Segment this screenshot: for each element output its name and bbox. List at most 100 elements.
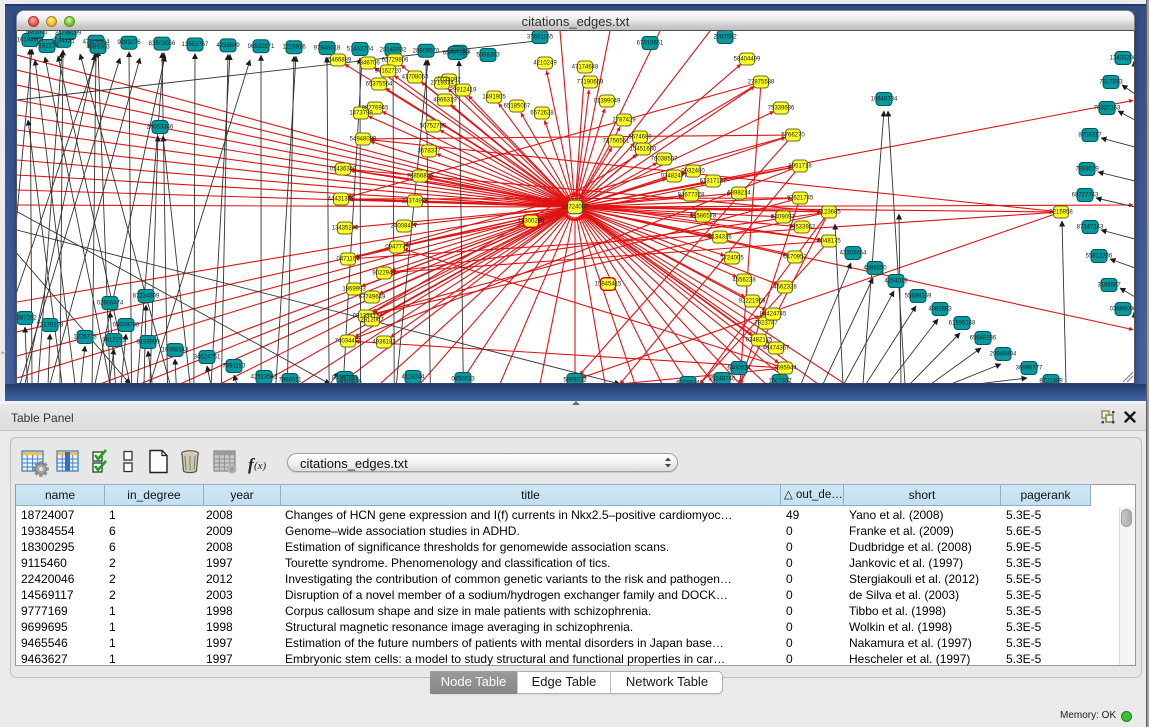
svg-text:96532871: 96532871 bbox=[248, 44, 275, 50]
svg-text:9134316: 9134316 bbox=[708, 235, 732, 241]
svg-text:67749649: 67749649 bbox=[359, 295, 386, 301]
svg-text:1473799: 1473799 bbox=[349, 111, 373, 117]
svg-text:42513542: 42513542 bbox=[251, 375, 278, 381]
svg-text:03669096: 03669096 bbox=[1110, 307, 1135, 313]
svg-text:15845415: 15845415 bbox=[595, 282, 622, 288]
svg-text:65787133: 65787133 bbox=[443, 51, 470, 57]
svg-text:34738299: 34738299 bbox=[55, 31, 82, 37]
svg-text:62729806: 62729806 bbox=[382, 58, 409, 64]
svg-text:18724007: 18724007 bbox=[562, 205, 589, 211]
svg-text:1031051: 1031051 bbox=[24, 31, 48, 36]
svg-text:9022941: 9022941 bbox=[372, 271, 396, 277]
svg-text:78856855: 78856855 bbox=[407, 174, 434, 180]
svg-text:7868011: 7868011 bbox=[279, 378, 303, 384]
svg-text:7182278: 7182278 bbox=[35, 44, 59, 50]
svg-text:4936183: 4936183 bbox=[372, 340, 396, 346]
svg-text:0947775: 0947775 bbox=[385, 245, 409, 251]
svg-text:61595148: 61595148 bbox=[949, 321, 976, 327]
svg-text:4294019: 4294019 bbox=[884, 279, 908, 285]
svg-text:0470952: 0470952 bbox=[783, 255, 807, 261]
svg-text:46474367: 46474367 bbox=[763, 346, 790, 352]
svg-text:7346706: 7346706 bbox=[356, 61, 380, 67]
svg-text:18300295: 18300295 bbox=[518, 219, 545, 225]
svg-text:41708053: 41708053 bbox=[402, 75, 429, 81]
svg-text:4586850: 4586850 bbox=[863, 266, 887, 272]
svg-text:55812236: 55812236 bbox=[1086, 254, 1113, 260]
svg-text:0932480: 0932480 bbox=[681, 169, 705, 175]
svg-text:65185067: 65185067 bbox=[504, 104, 531, 110]
svg-text:0471167: 0471167 bbox=[337, 257, 361, 263]
svg-text:23374989: 23374989 bbox=[402, 199, 429, 205]
svg-text:4562328: 4562328 bbox=[773, 285, 797, 291]
svg-text:15451680: 15451680 bbox=[630, 147, 657, 153]
svg-text:84677378: 84677378 bbox=[678, 193, 705, 199]
svg-text:43303654: 43303654 bbox=[840, 251, 867, 257]
svg-text:6048175: 6048175 bbox=[817, 239, 841, 245]
svg-text:3678377: 3678377 bbox=[417, 149, 441, 155]
svg-text:7889579: 7889579 bbox=[1075, 167, 1099, 173]
svg-text:65375564: 65375564 bbox=[366, 82, 393, 88]
svg-text:2719374: 2719374 bbox=[430, 81, 454, 87]
svg-text:1326773: 1326773 bbox=[73, 335, 97, 341]
svg-text:44431351: 44431351 bbox=[328, 197, 355, 203]
svg-text:5766270: 5766270 bbox=[781, 133, 805, 139]
svg-text:5674680: 5674680 bbox=[628, 135, 652, 141]
svg-text:4238849: 4238849 bbox=[216, 43, 240, 49]
svg-text:5869232: 5869232 bbox=[563, 378, 587, 384]
svg-text:6409097: 6409097 bbox=[771, 215, 795, 221]
svg-text:05466889: 05466889 bbox=[325, 58, 352, 64]
svg-text:2087682: 2087682 bbox=[713, 35, 737, 41]
svg-text:47174648: 47174648 bbox=[572, 65, 599, 71]
svg-text:2787429: 2787429 bbox=[612, 118, 636, 124]
svg-text:4210249: 4210249 bbox=[533, 61, 557, 67]
svg-text:90162720: 90162720 bbox=[375, 69, 402, 75]
svg-text:87234309: 87234309 bbox=[133, 294, 160, 300]
svg-text:61317127: 61317127 bbox=[700, 179, 727, 185]
svg-text:75339636: 75339636 bbox=[768, 106, 795, 112]
svg-text:7917693: 7917693 bbox=[1099, 80, 1123, 86]
svg-text:8951718: 8951718 bbox=[788, 164, 812, 170]
svg-text:20053346: 20053346 bbox=[147, 125, 174, 131]
svg-text:76320163: 76320163 bbox=[1094, 106, 1121, 112]
svg-text:77190659: 77190659 bbox=[577, 80, 604, 86]
svg-text:37631165: 37631165 bbox=[527, 35, 554, 41]
svg-text:58404499: 58404499 bbox=[734, 57, 761, 63]
svg-text:6572628: 6572628 bbox=[530, 111, 554, 117]
svg-text:27875588: 27875588 bbox=[748, 80, 775, 86]
svg-text:(x): (x) bbox=[254, 460, 267, 472]
svg-text:54948083: 54948083 bbox=[350, 137, 377, 143]
svg-text:24008427: 24008427 bbox=[391, 224, 418, 230]
svg-text:1226916: 1226916 bbox=[282, 45, 306, 51]
svg-text:1491905: 1491905 bbox=[482, 95, 506, 101]
svg-text:7991183: 7991183 bbox=[223, 364, 247, 370]
svg-text:73178108: 73178108 bbox=[37, 323, 64, 329]
svg-text:55698169: 55698169 bbox=[905, 294, 932, 300]
svg-text:01399049: 01399049 bbox=[594, 99, 621, 105]
svg-text:07482175: 07482175 bbox=[746, 338, 773, 344]
svg-text:51462704: 51462704 bbox=[347, 47, 374, 53]
svg-text:76038597: 76038597 bbox=[651, 157, 678, 163]
svg-text:02606474: 02606474 bbox=[97, 301, 124, 307]
svg-text:05009788: 05009788 bbox=[113, 323, 140, 329]
svg-text:92221969: 92221969 bbox=[739, 299, 766, 305]
svg-text:13953767: 13953767 bbox=[182, 42, 209, 48]
svg-text:5098393: 5098393 bbox=[476, 53, 500, 59]
svg-text:87347143: 87347143 bbox=[1077, 225, 1104, 231]
svg-text:71756551: 71756551 bbox=[603, 139, 630, 145]
svg-text:68727743: 68727743 bbox=[1072, 193, 1099, 199]
svg-text:16998543: 16998543 bbox=[162, 348, 189, 354]
svg-text:97848018: 97848018 bbox=[314, 46, 341, 52]
svg-text:3215958: 3215958 bbox=[1049, 210, 1073, 216]
svg-text:1724005: 1724005 bbox=[720, 256, 744, 262]
svg-text:13435240: 13435240 bbox=[332, 226, 359, 232]
svg-text:7923747: 7923747 bbox=[754, 321, 778, 327]
svg-text:4966319: 4966319 bbox=[433, 98, 457, 104]
svg-text:3387262: 3387262 bbox=[17, 316, 37, 322]
svg-text:0812191: 0812191 bbox=[102, 338, 126, 344]
svg-text:29946804: 29946804 bbox=[990, 352, 1017, 358]
svg-text:74034471: 74034471 bbox=[335, 339, 362, 345]
svg-text:61586578: 61586578 bbox=[690, 214, 717, 220]
svg-text:39533942: 39533942 bbox=[789, 225, 816, 231]
svg-text:01436349: 01436349 bbox=[330, 167, 357, 173]
svg-text:83503056: 83503056 bbox=[149, 41, 176, 47]
